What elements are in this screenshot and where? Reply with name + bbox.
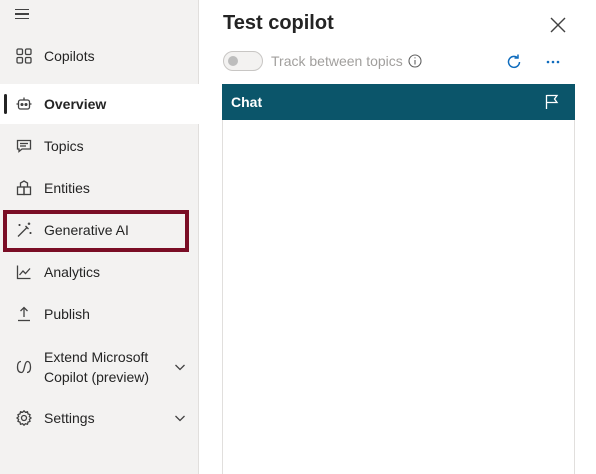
close-icon[interactable] [547,14,569,36]
sidebar-item-overview[interactable]: Overview [0,84,199,124]
chat-header: Chat [222,84,575,120]
upload-icon [15,305,33,323]
more-options-icon[interactable] [543,52,563,72]
flag-icon[interactable] [543,93,561,111]
sidebar-item-label: Copilots [44,48,95,64]
track-topics-row: Track between topics [223,50,422,72]
chat-panel [222,84,575,474]
sidebar-item-label: Topics [44,138,84,154]
chevron-down-icon[interactable] [173,411,187,425]
copilot-icon [15,358,33,376]
sidebar-item-publish[interactable]: Publish [0,294,199,334]
panel-title: Test copilot [223,12,334,34]
hamburger-menu-icon[interactable] [12,4,34,24]
sidebar-item-copilots[interactable]: Copilots [0,36,199,76]
shapes-icon [15,179,33,197]
sidebar-item-label: Analytics [44,264,101,280]
sidebar-item-analytics[interactable]: Analytics [0,252,199,292]
magic-wand-icon [15,221,33,239]
sidebar-item-label: Settings [44,410,95,426]
sidebar-item-generative-ai[interactable]: Generative AI [0,210,199,250]
toggle-label: Track between topics [271,53,403,69]
toggle-knob [228,56,238,66]
sidebar-item-extend-copilot[interactable]: Extend Microsoft Copilot (preview) [0,344,199,390]
sidebar-item-label: Extend Microsoft Copilot (preview) [44,349,150,385]
chat-title: Chat [231,94,263,110]
chevron-down-icon[interactable] [173,360,187,374]
sidebar-item-topics[interactable]: Topics [0,126,199,166]
gear-icon [15,409,33,427]
sidebar: Copilots Overview Topics Entities Genera… [0,0,199,474]
sidebar-item-label: Generative AI [44,222,129,238]
info-icon[interactable] [408,54,422,68]
refresh-icon[interactable] [504,52,524,72]
sidebar-item-settings[interactable]: Settings [0,398,199,438]
sidebar-item-label: Publish [44,306,90,322]
chat-bubble-icon [15,137,33,155]
bot-icon [15,95,33,113]
sidebar-item-entities[interactable]: Entities [0,168,199,208]
track-topics-toggle[interactable] [223,51,263,71]
grid-icon [15,47,33,65]
active-indicator [4,94,7,114]
sidebar-item-label: Overview [44,96,107,112]
line-chart-icon [15,263,33,281]
sidebar-item-label: Entities [44,180,90,196]
